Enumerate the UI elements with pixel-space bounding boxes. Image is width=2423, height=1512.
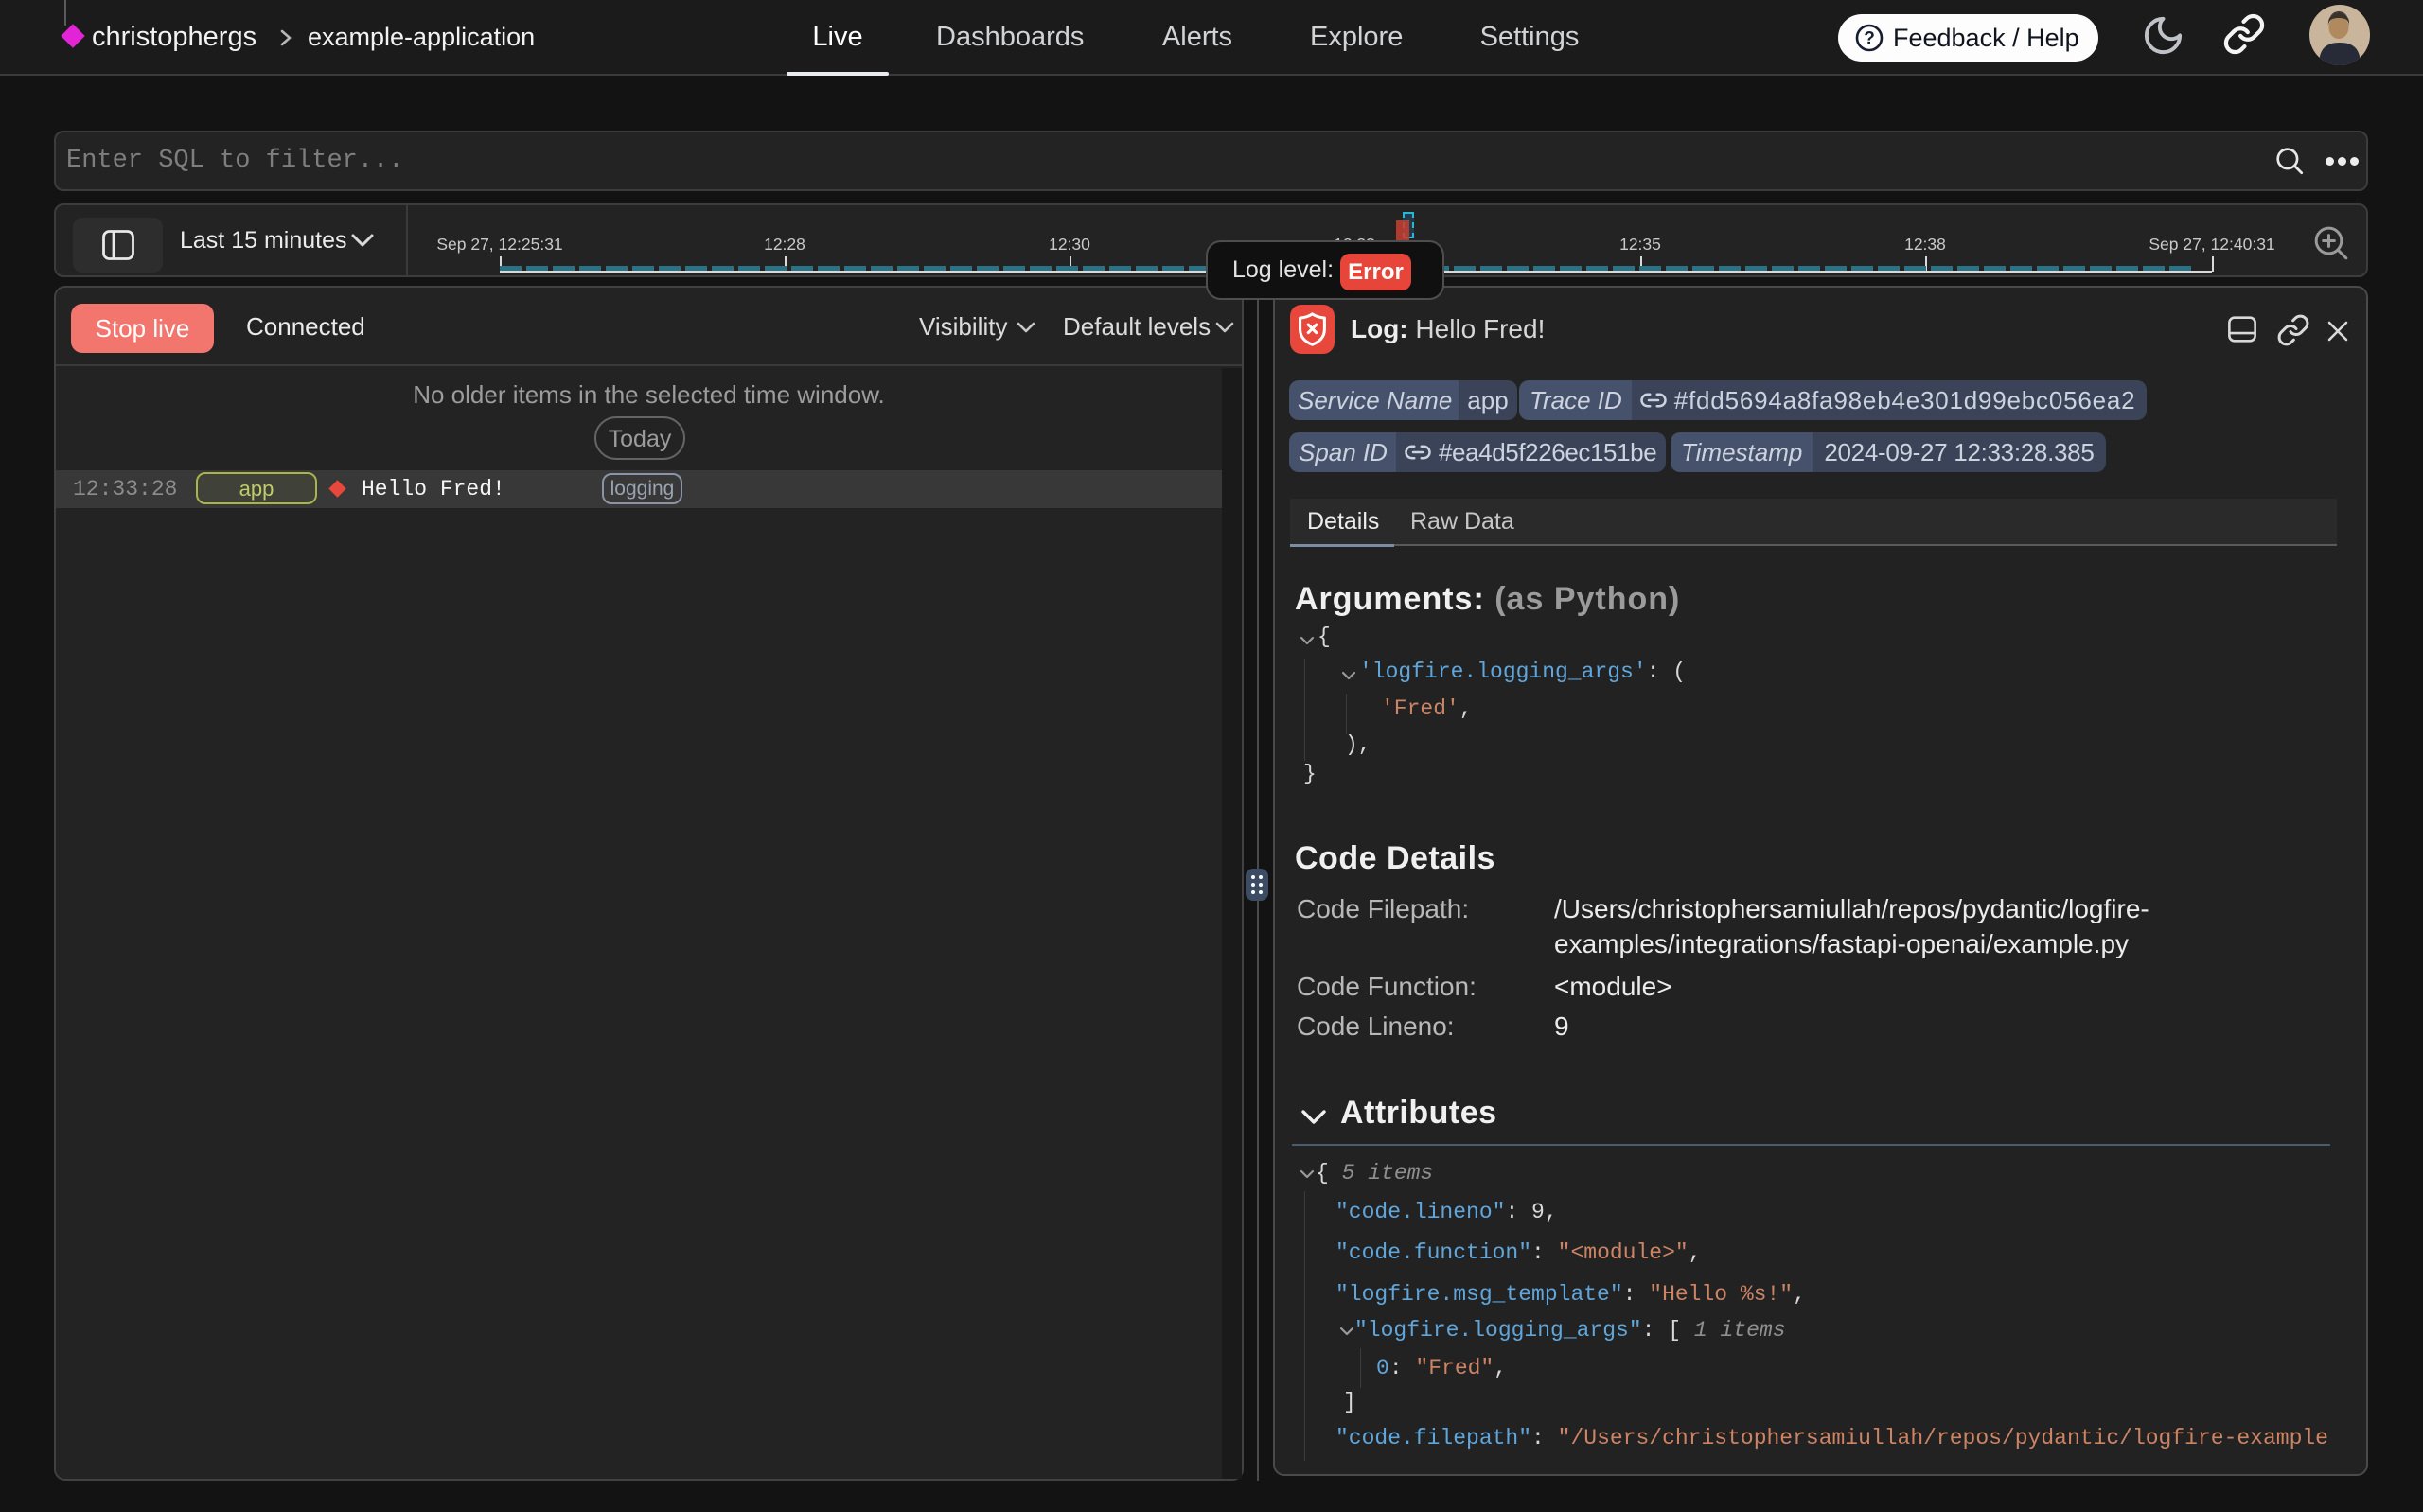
svg-text:?: ? [1864,29,1875,49]
